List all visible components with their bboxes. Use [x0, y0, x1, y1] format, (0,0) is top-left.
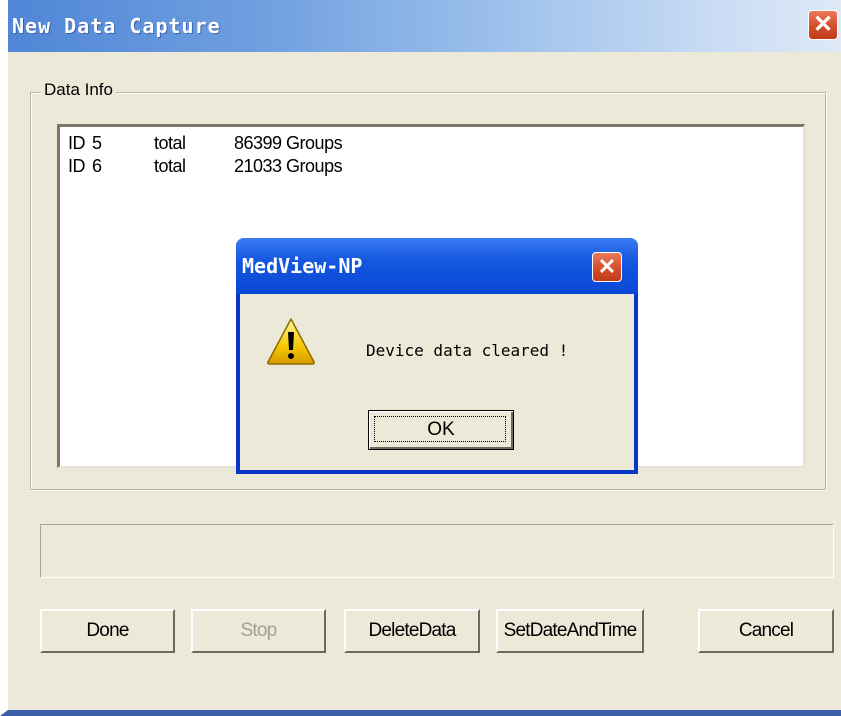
warning-icon	[267, 318, 315, 365]
message-box-body: Device data cleared ! OK	[240, 294, 634, 470]
close-icon[interactable]: ✕	[808, 10, 838, 40]
new-data-capture-window: New Data Capture ✕ Data Info ID 5 total …	[0, 0, 841, 716]
total-label: total	[154, 133, 186, 153]
id-label: ID	[68, 133, 86, 153]
status-field	[40, 524, 834, 578]
id-value: 6	[92, 156, 102, 176]
cancel-button[interactable]: Cancel	[698, 609, 834, 653]
message-box-title: MedView-NP	[242, 254, 363, 278]
id-value: 5	[92, 133, 102, 153]
message-box: MedView-NP ✕ Device data cleared ! OK	[236, 238, 638, 474]
message-text: Device data cleared !	[366, 341, 569, 360]
groups-value: 21033 Groups	[234, 156, 343, 176]
data-info-label: Data Info	[41, 80, 116, 100]
close-icon[interactable]: ✕	[592, 252, 622, 282]
delete-data-button[interactable]: DeleteData	[344, 609, 480, 653]
stop-button: Stop	[191, 609, 326, 653]
message-box-title-bar[interactable]: MedView-NP	[236, 238, 638, 294]
groups-value: 86399 Groups	[234, 133, 343, 153]
window-title: New Data Capture	[12, 14, 221, 38]
total-label: total	[154, 156, 186, 176]
done-button[interactable]: Done	[40, 609, 175, 653]
id-label: ID	[68, 156, 86, 176]
title-bar[interactable]: New Data Capture	[8, 0, 841, 52]
set-date-and-time-button[interactable]: SetDateAndTime	[496, 609, 644, 653]
ok-button[interactable]: OK	[368, 410, 514, 450]
focus-rectangle	[374, 416, 506, 442]
